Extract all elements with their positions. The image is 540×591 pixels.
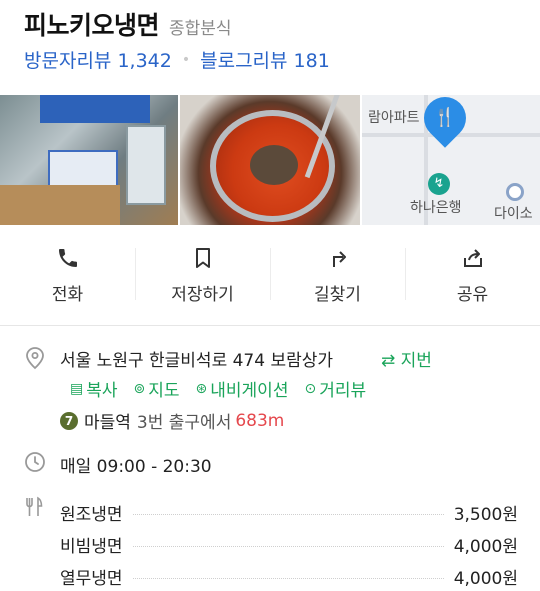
phone-icon [58,249,77,267]
subway-info: 7 마들역 3번 출구에서 683m [60,408,284,433]
directions-label: 길찾기 [314,285,361,305]
copy-link[interactable]: ▤ 복사 [70,376,118,402]
menu-item-price: 3,500원 [453,504,518,525]
visitor-review-link[interactable]: 방문자리뷰 1,342 [24,46,172,73]
menu-item-name: 비빔냉면 [60,536,123,557]
boxes-shape [0,185,120,225]
photo-map-thumbnail[interactable]: 람아파트 🍴 ↯ 하나은행 다이소 [362,95,540,225]
share-label: 공유 [456,285,489,305]
street-view-icon: ⊙ [304,380,317,397]
copy-label: 복사 [86,381,118,401]
store-sign-shape [40,95,150,123]
business-hours[interactable]: 매일 09:00 - 20:30 [60,452,212,477]
menu-item-price: 4,000원 [453,536,518,557]
place-title: 피노키오냉면 [24,11,160,40]
save-button[interactable]: 저장하기 [135,246,270,306]
street-view-label: 거리뷰 [319,381,367,401]
noodle-shape [250,145,298,185]
subway-station: 마들역 [84,413,131,433]
map-link[interactable]: ⊚ 지도 [133,376,180,402]
navigation-link[interactable]: ⊛ 내비게이션 [195,376,289,402]
separator-dot: • [181,51,191,68]
photo-storefront[interactable] [0,95,178,225]
street-view-link[interactable]: ⊙ 거리뷰 [304,376,367,402]
address-links: ▤ 복사 ⊚ 지도 ⊛ 내비게이션 ⊙ 거리뷰 [70,376,382,402]
address-text: 서울 노원구 한글비석로 474 보람상가 [60,351,334,371]
photo-naengmyeon[interactable] [180,95,360,225]
map-label: 지도 [148,381,180,401]
menu-item-name: 열무냉면 [60,568,123,589]
subway-distance: 683m [235,410,285,431]
directions-button[interactable]: 길찾기 [270,246,405,306]
navigation-icon: ⊛ [195,380,208,397]
dotted-leader [132,513,444,515]
share-button[interactable]: 공유 [405,246,540,306]
section-divider [0,325,540,326]
map-label-apartment: 람아파트 [368,110,420,126]
photo-strip: 람아파트 🍴 ↯ 하나은행 다이소 [0,95,540,225]
menu-item-name: 원조냉면 [60,504,123,525]
place-category: 종합분식 [169,19,232,39]
dotted-leader [132,577,444,579]
call-label: 전화 [51,285,84,305]
menu-item: 열무냉면 4,000원 [60,560,518,591]
navigation-label: 내비게이션 [210,381,289,401]
menu-item: 원조냉면 3,500원 [60,496,518,528]
map-label-bank: 하나은행 [410,200,462,216]
share-icon [463,249,482,267]
subway-line-badge: 7 [60,411,78,430]
clock-icon [25,452,45,472]
menu-item-price: 4,000원 [453,568,518,589]
dotted-leader [132,545,444,547]
save-label: 저장하기 [171,285,234,305]
copy-icon: ▤ [70,380,84,397]
menu-item: 비빔냉면 4,000원 [60,528,518,560]
map-label-store: 다이소 [494,206,533,222]
cutlery-icon [26,496,43,516]
current-location-icon [506,183,524,201]
place-header: 피노키오냉면 종합분식 [24,6,232,42]
action-bar: 전화 저장하기 길찾기 공유 [0,246,540,306]
menu-list: 원조냉면 3,500원 비빔냉면 4,000원 열무냉면 4,000원 [60,496,518,591]
subway-exit: 3번 출구에서 [136,413,232,433]
blog-review-link[interactable]: 블로그리뷰 181 [200,46,330,73]
map-pin-icon: ⊚ [133,380,146,397]
fridge-shape [126,125,166,205]
bookmark-icon [195,248,210,268]
bank-icon: ↯ [428,173,450,195]
call-button[interactable]: 전화 [0,246,135,306]
directions-icon [332,251,346,267]
review-links: 방문자리뷰 1,342 • 블로그리뷰 181 [24,46,330,73]
jibun-toggle[interactable]: ⇄ 지번 [381,346,432,371]
location-pin-icon [26,347,44,370]
